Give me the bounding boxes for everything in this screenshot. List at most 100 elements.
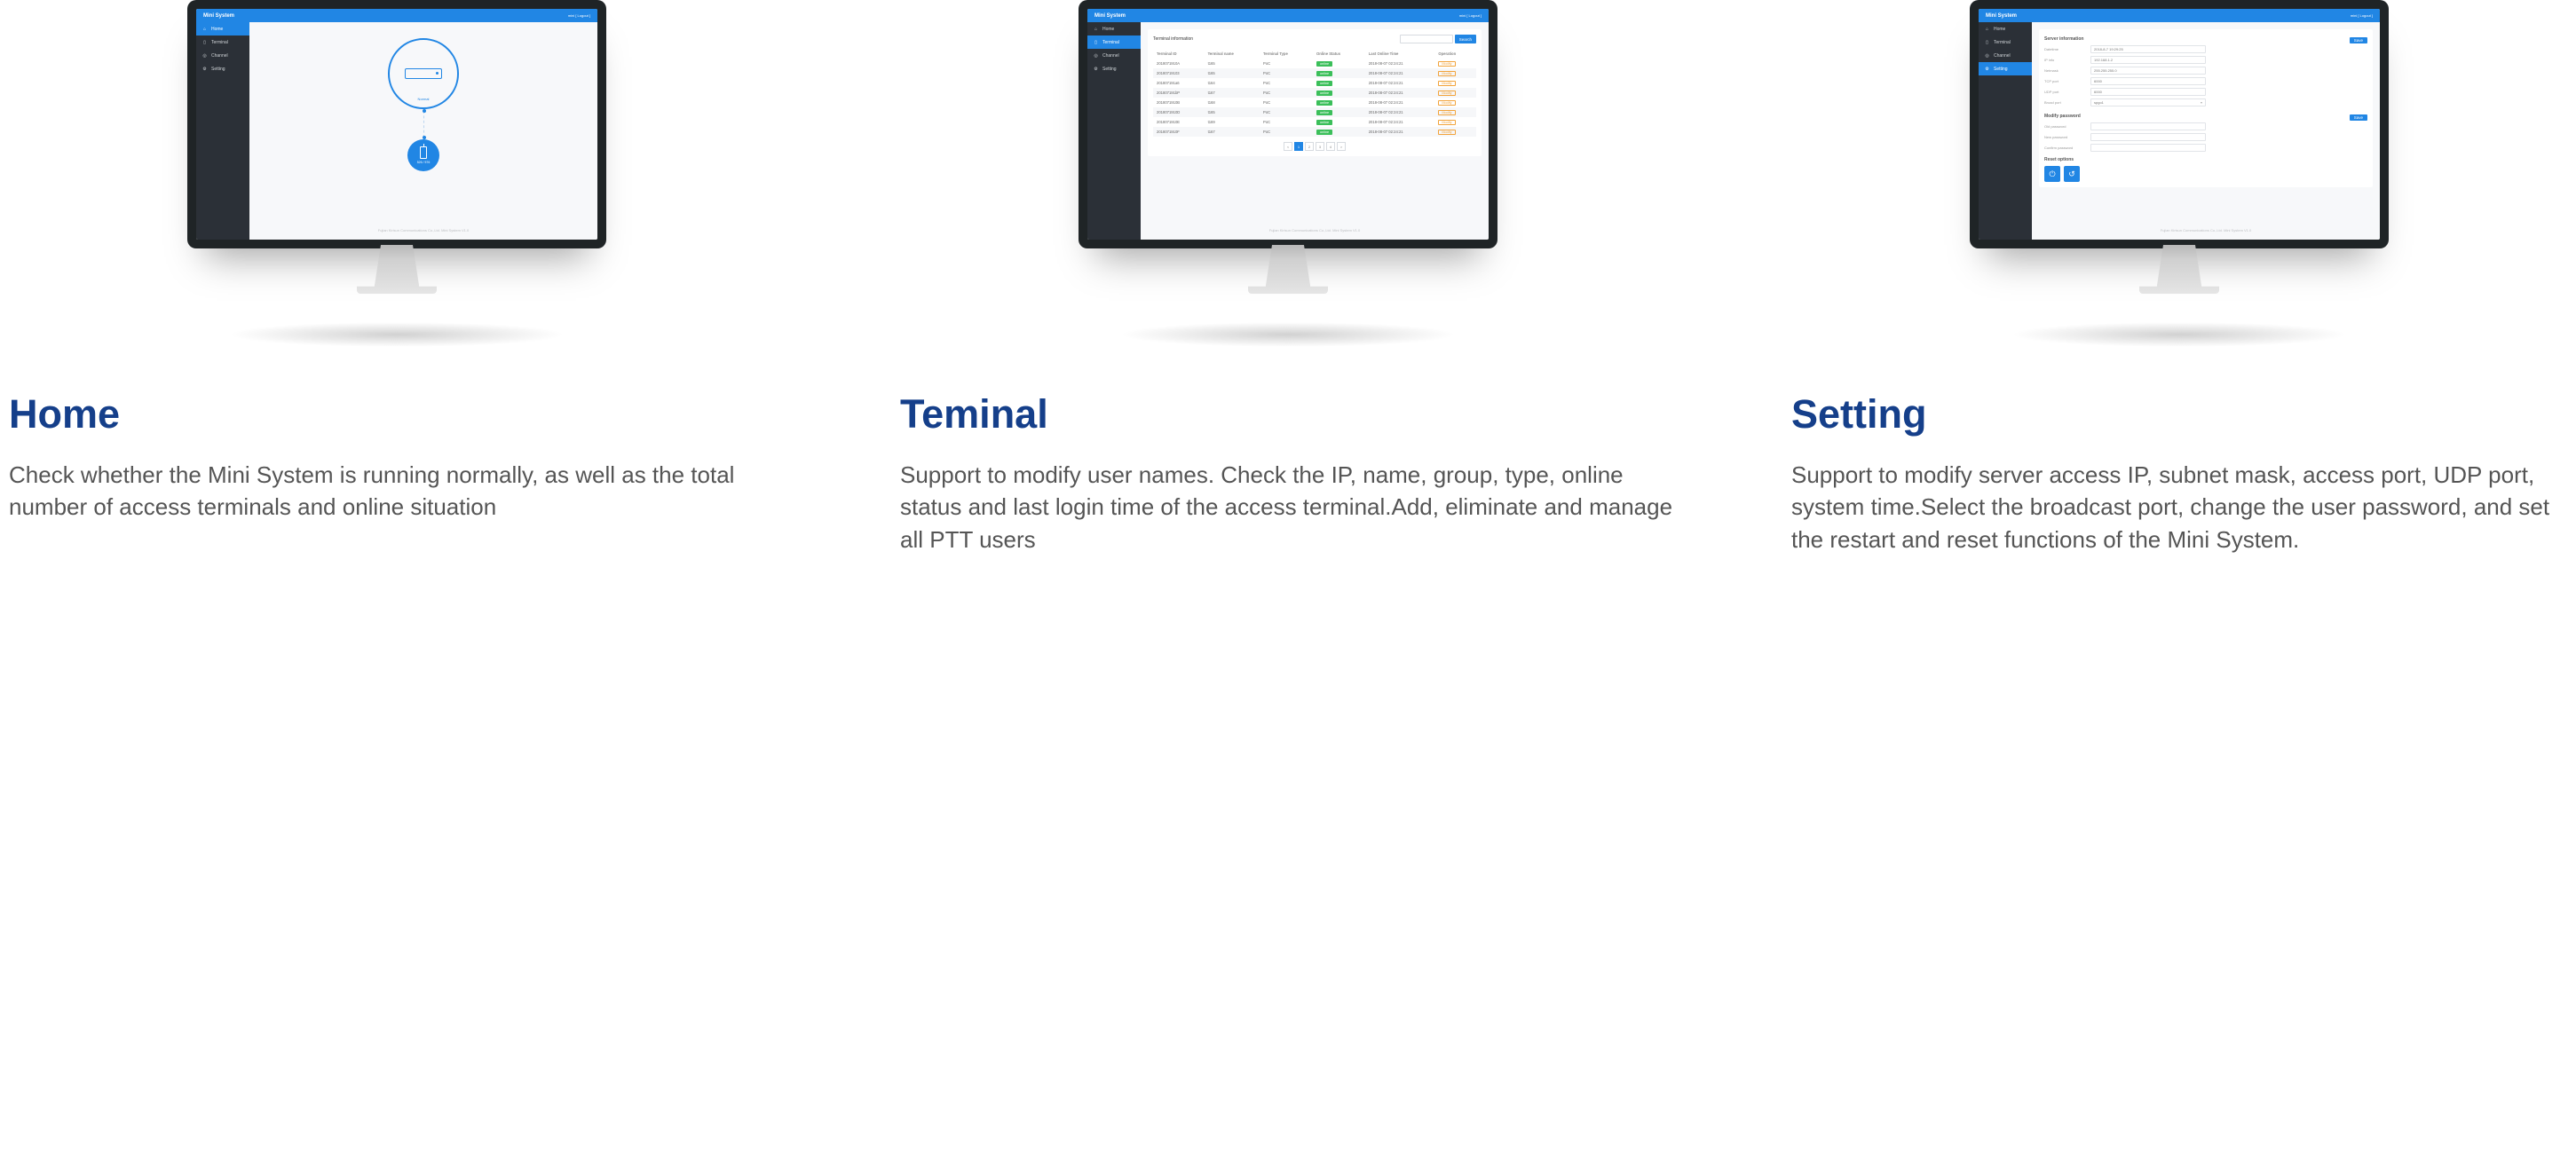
modify-button[interactable]: Modify: [1438, 81, 1455, 86]
table-row: 2018071910Bt168PoConline2018-08-07 02:24…: [1153, 98, 1476, 107]
broadport-select[interactable]: spgo1: [2090, 98, 2206, 106]
pager-page[interactable]: 2: [1305, 142, 1314, 151]
cell-time: 2018-08-07 02:24:21: [1365, 127, 1435, 137]
sidebar-item-home[interactable]: ⌂Home: [196, 22, 249, 35]
status-badge: online: [1316, 130, 1332, 135]
cell-op: Modify: [1434, 107, 1476, 117]
table-row: 2018071910Dt165PoConline2018-08-07 02:24…: [1153, 107, 1476, 117]
app-title: Mini System: [1094, 13, 1126, 19]
modify-button[interactable]: Modify: [1438, 61, 1455, 67]
udp-field[interactable]: 6000: [2090, 88, 2206, 96]
pager-page[interactable]: 4: [1326, 142, 1335, 151]
search-input[interactable]: [1400, 35, 1453, 43]
feature-title: Setting: [1791, 391, 2567, 437]
app-topbar: Mini System mini [ Logout ]: [196, 9, 597, 22]
app-footer: Fujian Kirisun Communications Co.,Ltd. M…: [257, 223, 590, 232]
server-info-title: Server information: [2044, 36, 2083, 42]
pager-next[interactable]: >: [1337, 142, 1346, 151]
ip-field[interactable]: 192.168.1.2: [2090, 56, 2206, 64]
cell-time: 2018-08-07 02:24:21: [1365, 88, 1435, 98]
connector-line: [423, 111, 424, 138]
monitor-mockup: Mini System mini [ Logout ] ⌂Home ▯Termi…: [1970, 0, 2389, 248]
terminal-icon: ▯: [201, 39, 208, 45]
sidebar-item-home[interactable]: ⌂Home: [1979, 22, 2032, 35]
server-icon: [405, 68, 442, 79]
modify-button[interactable]: Modify: [1438, 130, 1455, 135]
pager-page[interactable]: 3: [1316, 142, 1324, 151]
power-button[interactable]: ⏻: [2044, 166, 2060, 182]
sidebar-item-channel[interactable]: ◎Channel: [196, 49, 249, 62]
terminal-table: Terminal IDTerminal nameTerminal TypeOnl…: [1153, 49, 1476, 137]
status-badge: online: [1316, 61, 1332, 67]
user-area[interactable]: mini [ Logout ]: [1459, 13, 1482, 18]
cell-status: online: [1313, 117, 1365, 127]
cell-name: t165: [1205, 59, 1260, 68]
sidebar-item-setting[interactable]: ⚙Setting: [1979, 62, 2032, 75]
cell-type: PoC: [1260, 107, 1313, 117]
home-icon: ⌂: [201, 26, 208, 32]
confirm-pw-label: Confirm password: [2044, 146, 2085, 150]
status-badge: online: [1316, 120, 1332, 125]
app-title: Mini System: [203, 13, 234, 19]
modify-button[interactable]: Modify: [1438, 120, 1455, 125]
tcp-field[interactable]: 6000: [2090, 77, 2206, 85]
sidebar-item-channel[interactable]: ◎Channel: [1087, 49, 1141, 62]
sidebar-item-setting[interactable]: ⚙Setting: [1087, 62, 1141, 75]
old-pw-field[interactable]: [2090, 122, 2206, 130]
sidebar-item-terminal[interactable]: ▯Terminal: [1087, 35, 1141, 49]
feature-setting: Mini System mini [ Logout ] ⌂Home ▯Termi…: [1791, 0, 2567, 555]
new-pw-label: New password: [2044, 135, 2085, 139]
modify-button[interactable]: Modify: [1438, 91, 1455, 96]
new-pw-field[interactable]: [2090, 133, 2206, 141]
save-button[interactable]: Save: [2350, 37, 2367, 43]
cell-time: 2018-08-07 02:24:21: [1365, 68, 1435, 78]
cell-op: Modify: [1434, 127, 1476, 137]
cell-type: PoC: [1260, 117, 1313, 127]
user-area[interactable]: mini [ Logout ]: [568, 13, 590, 18]
home-icon: ⌂: [1093, 26, 1099, 32]
sidebar: ⌂Home ▯Terminal ◎Channel ⚙Setting: [1979, 22, 2032, 240]
app-footer: Fujian Kirisun Communications Co.,Ltd. M…: [2039, 223, 2373, 232]
cell-status: online: [1313, 88, 1365, 98]
table-header: Online Status: [1313, 49, 1365, 59]
server-node: Normal: [388, 38, 459, 109]
cell-type: PoC: [1260, 68, 1313, 78]
save-button[interactable]: Save: [2350, 114, 2367, 121]
pager-prev[interactable]: <: [1284, 142, 1292, 151]
table-header: Terminal name: [1205, 49, 1260, 59]
confirm-pw-field[interactable]: [2090, 144, 2206, 152]
terminal-panel: Terminal information Search Terminal IDT…: [1148, 29, 1482, 156]
netmask-label: Netmask: [2044, 68, 2085, 73]
modify-button[interactable]: Modify: [1438, 71, 1455, 76]
sidebar-item-terminal[interactable]: ▯Terminal: [196, 35, 249, 49]
table-header: Terminal ID: [1153, 49, 1205, 59]
datetime-field[interactable]: 2018-8-7 19:29:25: [2090, 45, 2206, 53]
radio-icon: [420, 146, 427, 159]
modify-button[interactable]: Modify: [1438, 110, 1455, 115]
sidebar-item-home[interactable]: ⌂Home: [1087, 22, 1141, 35]
cell-status: online: [1313, 68, 1365, 78]
table-row: 2018071910Ft167PoConline2018-08-07 02:24…: [1153, 127, 1476, 137]
sidebar-item-terminal[interactable]: ▯Terminal: [1979, 35, 2032, 49]
cell-type: PoC: [1260, 59, 1313, 68]
cell-id: 201807191a6: [1153, 78, 1205, 88]
cell-name: t167: [1205, 127, 1260, 137]
search-button[interactable]: Search: [1455, 35, 1476, 43]
modify-button[interactable]: Modify: [1438, 100, 1455, 106]
home-diagram: Normal 526 / 576: [257, 29, 590, 223]
table-row: 2018071910At165PoConline2018-08-07 02:24…: [1153, 59, 1476, 68]
channel-icon: ◎: [1984, 52, 1990, 59]
cell-name: t165: [1205, 107, 1260, 117]
cell-op: Modify: [1434, 117, 1476, 127]
cell-id: 2018071910A: [1153, 59, 1205, 68]
sidebar-item-setting[interactable]: ⚙Setting: [196, 62, 249, 75]
cell-name: t164: [1205, 78, 1260, 88]
pager-page[interactable]: 1: [1294, 142, 1303, 151]
sidebar-item-channel[interactable]: ◎Channel: [1979, 49, 2032, 62]
terminal-count: 526 / 576: [417, 161, 431, 164]
cell-op: Modify: [1434, 59, 1476, 68]
netmask-field[interactable]: 255.255.255.0: [2090, 67, 2206, 75]
monitor-mockup: Mini System mini [ Logout ] ⌂Home ▯Termi…: [1079, 0, 1497, 248]
user-area[interactable]: mini [ Logout ]: [2351, 13, 2373, 18]
reset-button[interactable]: ↺: [2064, 166, 2080, 182]
